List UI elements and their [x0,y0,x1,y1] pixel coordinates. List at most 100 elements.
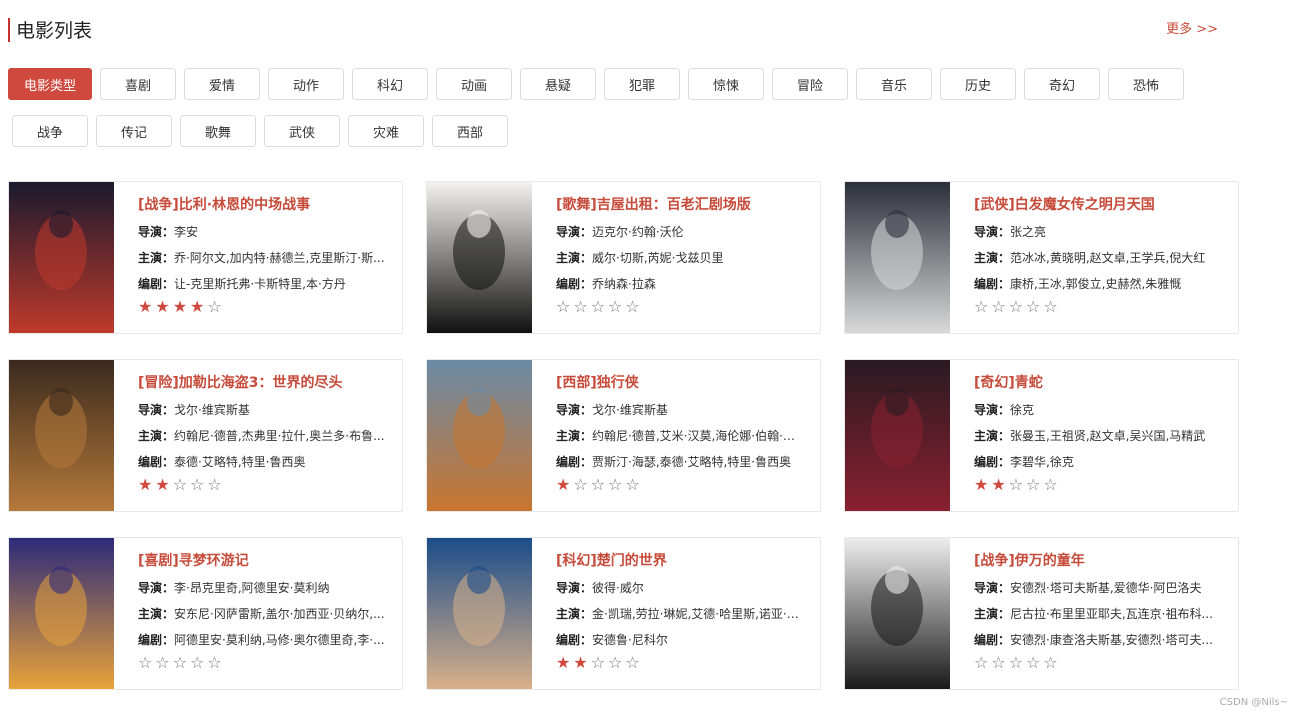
movie-poster[interactable] [427,182,532,333]
movie-director-line: 导演：徐克 [974,397,1224,423]
movie-title[interactable]: [科幻]楚门的世界 [556,550,806,575]
movie-cast-label: 主演： [974,251,1011,265]
movie-writer-label: 编剧： [974,455,1011,469]
genre-tab[interactable]: 悬疑 [520,68,596,100]
star-empty-icon: ☆ [1008,297,1024,316]
genre-tab[interactable]: 恐怖 [1108,68,1184,100]
genre-tab[interactable]: 历史 [940,68,1016,100]
movie-title[interactable]: [冒险]加勒比海盗3：世界的尽头 [138,372,388,397]
movie-title[interactable]: [战争]比利·林恩的中场战事 [138,194,388,219]
star-empty-icon: ☆ [590,297,606,316]
movie-writer-label: 编剧： [556,633,593,647]
star-empty-icon: ☆ [1043,475,1058,494]
movie-poster[interactable] [427,538,532,689]
star-empty-icon: ☆ [1026,297,1041,316]
genre-row-1: 电影类型 喜剧 爱情 动作 科幻 动画 悬疑 犯罪 惊悚 冒险 音乐 历史 奇幻 恐怖 [8,68,1208,100]
genre-tab[interactable]: 灾难 [348,115,424,147]
rating-stars: ★ ★ ☆ ☆ ☆ [556,655,806,671]
movie-director: 戈尔·维宾斯基 [592,403,668,417]
movie-poster[interactable] [427,360,532,511]
movie-cast-label: 主演： [974,607,1011,621]
movie-cast: 金·凯瑞,劳拉·琳妮,艾德·哈里斯,诺亚·艾... [592,607,806,621]
rating-stars: ☆ ☆ ☆ ☆ ☆ [138,655,388,671]
poster-image [845,360,950,511]
star-empty-icon: ☆ [207,297,222,316]
genre-tab[interactable]: 奇幻 [1024,68,1100,100]
genre-tab[interactable]: 冒险 [772,68,848,100]
genre-tab[interactable]: 动画 [436,68,512,100]
movie-title[interactable]: [西部]独行侠 [556,372,806,397]
star-empty-icon: ☆ [190,653,205,672]
genre-tab-active[interactable]: 电影类型 [8,68,92,100]
movie-director: 彼得·威尔 [592,581,644,595]
poster-image [9,538,114,689]
star-empty-icon: ☆ [625,653,640,672]
movie-director-label: 导演： [138,581,175,595]
star-empty-icon: ☆ [590,475,606,494]
movie-card[interactable]: [武侠]白发魔女传之明月天国 导演：张之亮 主演：范冰冰,黄晓明,赵文卓,王学兵,倪… [844,181,1239,334]
movie-writer-label: 编剧： [138,455,175,469]
movie-grid: [战争]比利·林恩的中场战事 导演：李安 主演：乔·阿尔文,加内特·赫德兰,克里斯汀… [8,181,1239,690]
genre-tab[interactable]: 喜剧 [100,68,176,100]
movie-card[interactable]: [战争]伊万的童年 导演：安德烈·塔可夫斯基,爱德华·阿巴洛夫 主演：尼古拉·布里里… [844,537,1239,690]
movie-cast: 安东尼·冈萨雷斯,盖尔·加西亚·贝纳尔,... [174,607,385,621]
movie-director-line: 导演：李安 [138,219,388,245]
star-empty-icon: ☆ [590,653,606,672]
genre-row-2: 战争 传记 歌舞 武侠 灾难 西部 [8,115,1208,147]
movie-poster[interactable] [845,538,950,689]
movie-title[interactable]: [武侠]白发魔女传之明月天国 [974,194,1224,219]
movie-title[interactable]: [战争]伊万的童年 [974,550,1224,575]
star-filled-icon: ★ [573,653,588,672]
movie-card[interactable]: [西部]独行侠 导演：戈尔·维宾斯基 主演：约翰尼·德普,艾米·汉莫,海伦娜·伯翰·… [426,359,821,512]
movie-cast: 约翰尼·德普,杰弗里·拉什,奥兰多·布鲁... [174,429,385,443]
genre-tab[interactable]: 音乐 [856,68,932,100]
genre-tab[interactable]: 传记 [96,115,172,147]
movie-poster[interactable] [9,538,114,689]
movie-card[interactable]: [战争]比利·林恩的中场战事 导演：李安 主演：乔·阿尔文,加内特·赫德兰,克里斯汀… [8,181,403,334]
star-filled-icon: ★ [190,297,205,316]
more-link[interactable]: 更多 >> [1166,18,1218,37]
movie-card[interactable]: [歌舞]吉屋出租：百老汇剧场版 导演：迈克尔·约翰·沃伦 主演：威尔·切斯,芮妮·戈… [426,181,821,334]
movie-cast-label: 主演： [556,607,593,621]
poster-image [845,182,950,333]
movie-writer-line: 编剧：泰德·艾略特,特里·鲁西奥 [138,449,388,475]
movie-poster[interactable] [845,182,950,333]
watermark: CSDN @Nils~ [1219,697,1288,708]
movie-writer: 泰德·艾略特,特里·鲁西奥 [174,455,306,469]
movie-card[interactable]: [科幻]楚门的世界 导演：彼得·威尔 主演：金·凯瑞,劳拉·琳妮,艾德·哈里斯,诺亚… [426,537,821,690]
genre-tab[interactable]: 惊悚 [688,68,764,100]
movie-title[interactable]: [喜剧]寻梦环游记 [138,550,388,575]
movie-title[interactable]: [歌舞]吉屋出租：百老汇剧场版 [556,194,806,219]
star-empty-icon: ☆ [974,653,989,672]
movie-cast-line: 主演：安东尼·冈萨雷斯,盖尔·加西亚·贝纳尔,... [138,601,388,627]
star-empty-icon: ☆ [608,653,623,672]
movie-writer-label: 编剧： [556,455,593,469]
genre-tab[interactable]: 动作 [268,68,344,100]
genre-tab[interactable]: 战争 [12,115,88,147]
star-filled-icon: ★ [556,653,571,672]
rating-stars: ★ ★ ★ ★ ☆ [138,299,388,315]
genre-tab[interactable]: 歌舞 [180,115,256,147]
movie-poster[interactable] [845,360,950,511]
genre-tab[interactable]: 西部 [432,115,508,147]
movie-card[interactable]: [冒险]加勒比海盗3：世界的尽头 导演：戈尔·维宾斯基 主演：约翰尼·德普,杰弗里·… [8,359,403,512]
genre-tab[interactable]: 武侠 [264,115,340,147]
movie-poster[interactable] [9,182,114,333]
star-filled-icon: ★ [155,297,170,316]
genre-tab[interactable]: 爱情 [184,68,260,100]
movie-writer-label: 编剧： [974,633,1011,647]
movie-writer-line: 编剧：阿德里安·莫利纳,马修·奥尔德里奇,李·... [138,627,388,653]
genre-tab[interactable]: 科幻 [352,68,428,100]
star-empty-icon: ☆ [573,297,588,316]
movie-card[interactable]: [喜剧]寻梦环游记 导演：李·昂克里奇,阿德里安·莫利纳 主演：安东尼·冈萨雷斯,盖… [8,537,403,690]
movie-director: 李安 [174,225,199,239]
movie-card[interactable]: [奇幻]青蛇 导演：徐克 主演：张曼玉,王祖贤,赵文卓,吴兴国,马精武 编剧：李碧华,… [844,359,1239,512]
movie-writer-line: 编剧：乔纳森·拉森 [556,271,806,297]
movie-cast-line: 主演：金·凯瑞,劳拉·琳妮,艾德·哈里斯,诺亚·艾... [556,601,806,627]
star-empty-icon: ☆ [138,653,153,672]
genre-tab[interactable]: 犯罪 [604,68,680,100]
movie-title[interactable]: [奇幻]青蛇 [974,372,1224,397]
movie-poster[interactable] [9,360,114,511]
movie-cast-label: 主演： [138,607,175,621]
movie-writer: 让-克里斯托弗·卡斯特里,本·方丹 [174,277,346,291]
